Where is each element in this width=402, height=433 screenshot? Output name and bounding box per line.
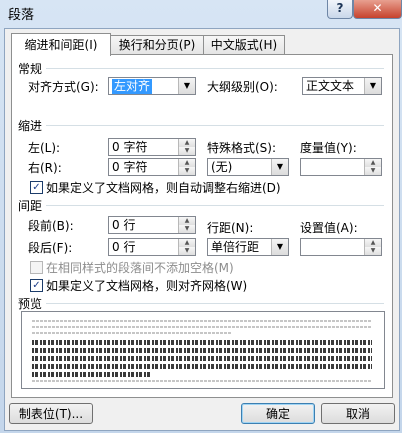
- preview-prev-paragraph: [32, 320, 372, 322]
- ok-button[interactable]: 确定: [241, 403, 315, 424]
- measure-label: 度量值(Y):: [300, 141, 357, 155]
- alignment-select[interactable]: 左对齐 ▼: [108, 77, 196, 95]
- space-after-value: 0 行: [112, 240, 136, 254]
- dialog-title: 段落: [8, 8, 35, 23]
- section-preview-label: 预览: [18, 297, 43, 311]
- tabs-button[interactable]: 制表位(T)...: [9, 403, 93, 424]
- section-general-label: 常规: [18, 62, 43, 76]
- chevron-down-icon[interactable]: ▼: [271, 159, 288, 175]
- outline-level-label: 大纲级别(O):: [207, 80, 278, 94]
- preview-prev-paragraph: [32, 326, 372, 328]
- spin-down-icon[interactable]: ▼: [364, 247, 381, 255]
- spin-down-icon[interactable]: ▼: [178, 225, 195, 233]
- spin-down-icon[interactable]: ▼: [364, 167, 381, 175]
- preview-sample-text: [32, 348, 372, 353]
- preview-sample-text: [32, 356, 372, 361]
- paragraph-dialog: 段落 ? ✕ 缩进和间距(I) 换行和分页(P) 中文版式(H) 常规 对齐方式…: [0, 0, 402, 433]
- no-space-checkbox: [30, 261, 43, 274]
- spin-down-icon[interactable]: ▼: [178, 147, 195, 155]
- right-indent-value: 0 字符: [112, 160, 148, 174]
- divider: [46, 303, 384, 304]
- tab-line-page-breaks[interactable]: 换行和分页(P): [110, 35, 204, 55]
- grid-align-checkbox[interactable]: ✓: [30, 279, 43, 292]
- special-indent-label: 特殊格式(S):: [207, 141, 277, 155]
- line-spacing-value: 单倍行距: [211, 240, 260, 254]
- space-before-label: 段前(B):: [28, 219, 74, 233]
- spin-down-icon[interactable]: ▼: [178, 167, 195, 175]
- check-icon: ✓: [32, 182, 41, 193]
- section-indent-label: 缩进: [18, 119, 43, 133]
- auto-adjust-label[interactable]: 如果定义了文档网格，则自动调整右缩进(D): [46, 179, 281, 196]
- right-indent-spinner[interactable]: 0 字符 ▲ ▼: [108, 158, 196, 176]
- divider: [46, 68, 384, 69]
- divider: [46, 125, 384, 126]
- right-indent-label: 右(R):: [28, 161, 62, 175]
- chevron-down-icon[interactable]: ▼: [271, 239, 288, 255]
- preview-sample-text: [32, 364, 372, 369]
- check-icon: ✓: [32, 280, 41, 291]
- outline-level-select[interactable]: 正文文本 ▼: [302, 77, 382, 95]
- special-indent-select[interactable]: (无) ▼: [207, 158, 289, 176]
- setting-value-label: 设置值(A):: [300, 221, 358, 235]
- tab-asian-typography[interactable]: 中文版式(H): [203, 35, 285, 55]
- cancel-button[interactable]: 取消: [321, 403, 395, 424]
- left-indent-spinner[interactable]: 0 字符 ▲ ▼: [108, 138, 196, 156]
- auto-adjust-checkbox[interactable]: ✓: [30, 181, 43, 194]
- line-spacing-label: 行距(N):: [207, 221, 254, 235]
- chevron-down-icon[interactable]: ▼: [364, 78, 381, 94]
- grid-align-label[interactable]: 如果定义了文档网格，则对齐网格(W): [46, 277, 247, 294]
- left-indent-label: 左(L):: [28, 141, 61, 155]
- tab-indents-spacing[interactable]: 缩进和间距(I): [11, 33, 111, 56]
- spin-down-icon[interactable]: ▼: [178, 247, 195, 255]
- alignment-label: 对齐方式(G):: [28, 80, 99, 94]
- preview-sample-text: [32, 372, 152, 377]
- left-indent-value: 0 字符: [112, 140, 148, 154]
- space-after-label: 段后(F):: [28, 241, 73, 255]
- divider: [46, 205, 384, 206]
- chevron-down-icon[interactable]: ▼: [178, 78, 195, 94]
- close-button[interactable]: ✕: [353, 0, 402, 19]
- setting-value-spinner[interactable]: ▲ ▼: [300, 238, 382, 256]
- space-before-value: 0 行: [112, 218, 136, 232]
- no-space-label: 在相同样式的段落间不添加空格(M): [46, 261, 234, 275]
- help-button[interactable]: ?: [327, 0, 353, 19]
- section-spacing-label: 间距: [18, 199, 43, 213]
- outline-level-value: 正文文本: [306, 79, 355, 93]
- special-indent-value: (无): [211, 160, 233, 174]
- dialog-client: 缩进和间距(I) 换行和分页(P) 中文版式(H) 常规 对齐方式(G): 左对…: [4, 28, 400, 431]
- preview-prev-paragraph: [32, 332, 232, 334]
- preview-box: [21, 311, 385, 389]
- line-spacing-select[interactable]: 单倍行距 ▼: [207, 238, 289, 256]
- alignment-value: 左对齐: [112, 79, 153, 94]
- measure-spinner[interactable]: ▲ ▼: [300, 158, 382, 176]
- title-bar[interactable]: 段落 ? ✕: [0, 0, 402, 28]
- preview-sample-text: [32, 340, 372, 345]
- tab-panel: 常规 对齐方式(G): 左对齐 ▼ 大纲级别(O): 正文文本 ▼ 缩进 左(L…: [11, 54, 393, 398]
- preview-next-paragraph: [32, 380, 372, 382]
- space-before-spinner[interactable]: 0 行 ▲ ▼: [108, 216, 196, 234]
- space-after-spinner[interactable]: 0 行 ▲ ▼: [108, 238, 196, 256]
